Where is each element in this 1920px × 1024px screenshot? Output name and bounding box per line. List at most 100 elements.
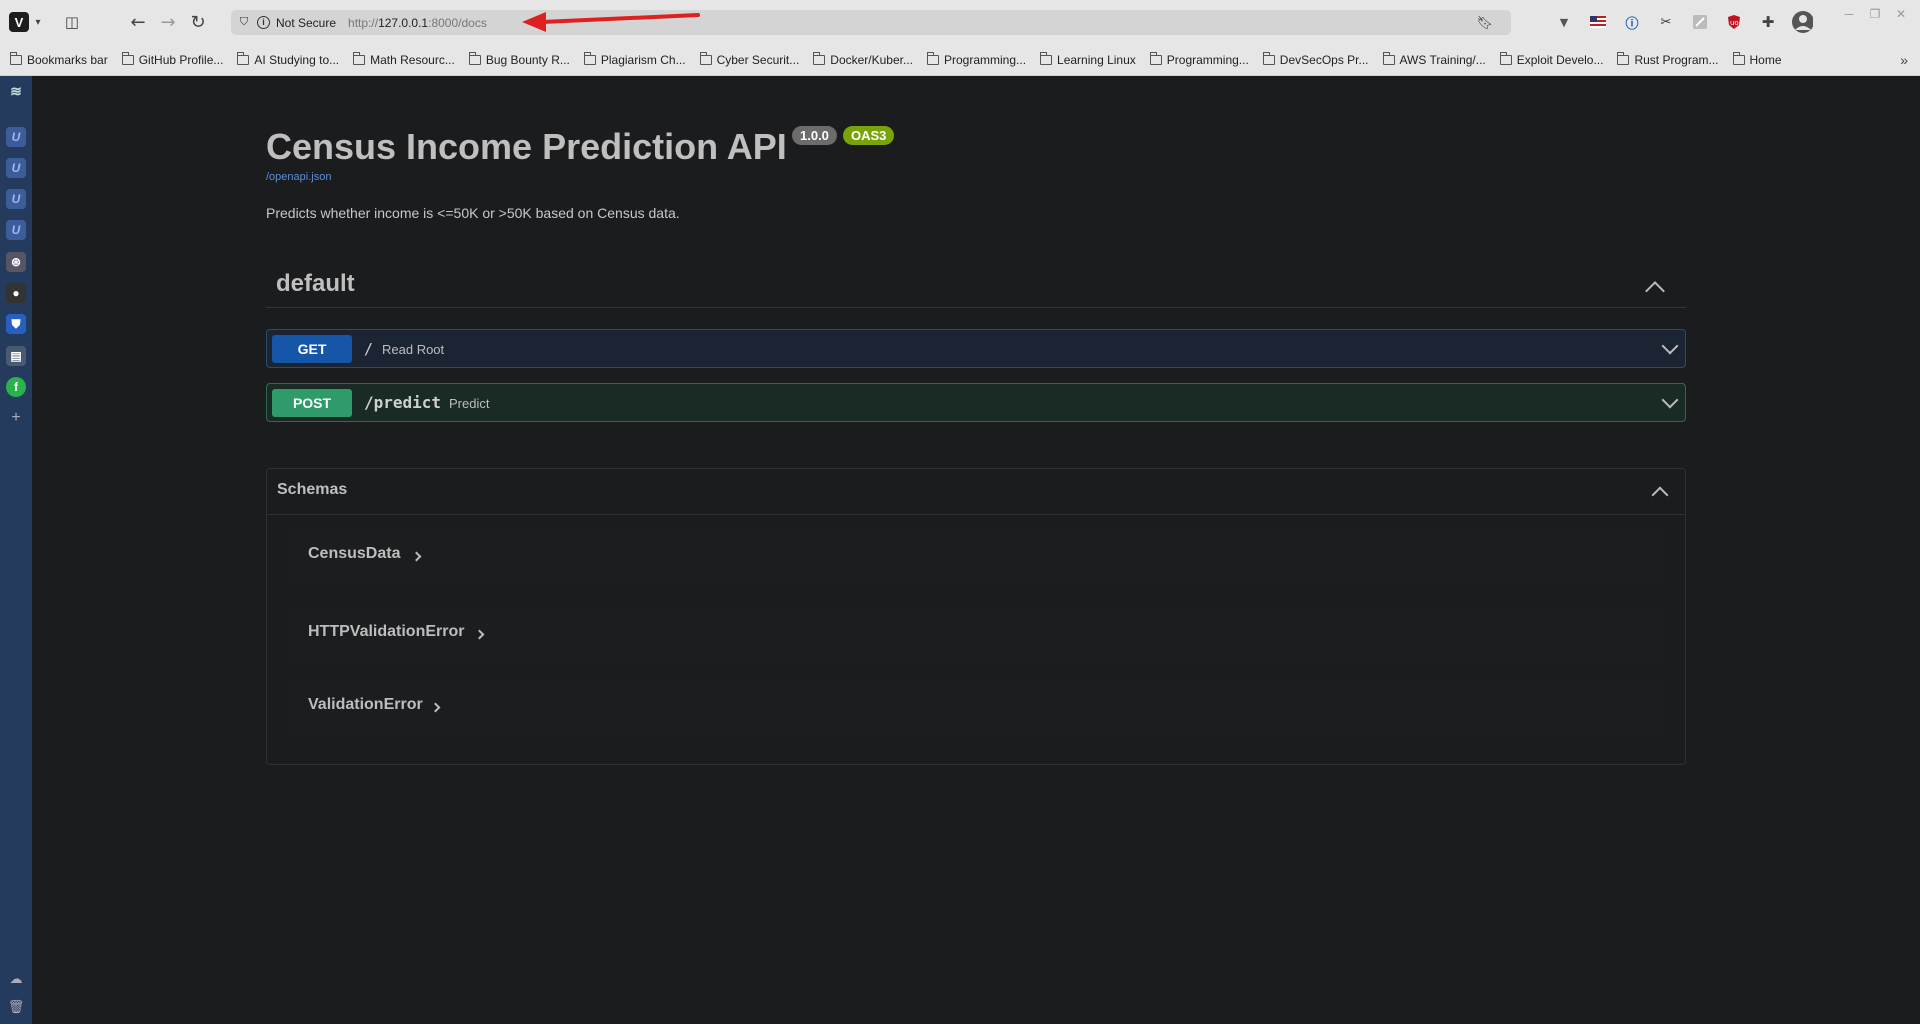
chevron-down-icon[interactable]	[1661, 337, 1679, 355]
bookmark-item[interactable]: Home	[1732, 51, 1782, 67]
bookmark-label: Learning Linux	[1057, 52, 1136, 67]
operation-summary: Read Root	[382, 342, 445, 357]
back-icon[interactable]: ←	[123, 7, 153, 37]
bookmark-item[interactable]: Cyber Securit...	[699, 51, 799, 67]
folder-icon	[121, 51, 134, 65]
bookmark-item[interactable]: Exploit Develo...	[1499, 51, 1603, 67]
ublock-icon[interactable]: uo	[1723, 11, 1745, 33]
bookmark-label: Home	[1749, 52, 1782, 67]
schemas-header[interactable]: Schemas	[267, 469, 1685, 515]
tag-section-default[interactable]: default	[266, 262, 1686, 308]
operation-get-root[interactable]: GET / Read Root	[266, 329, 1686, 368]
url-path: :8000/docs	[428, 15, 487, 30]
bookmark-item[interactable]: Rust Program...	[1617, 51, 1719, 67]
udemy-panel-icon[interactable]: U	[6, 127, 26, 147]
maximize-icon[interactable]: ❐	[1865, 7, 1885, 23]
annotation-arrow	[522, 12, 700, 32]
oas-badge: OAS3	[843, 126, 895, 145]
udemy-panel-icon[interactable]: U	[6, 158, 26, 178]
info-icon[interactable]: i	[257, 16, 270, 29]
folder-icon	[10, 51, 22, 65]
shield-icon[interactable]: ⛉	[237, 16, 251, 30]
openapi-json-link[interactable]: /openapi.json	[266, 171, 331, 183]
chatgpt-panel-icon[interactable]: ⊛	[6, 252, 26, 272]
chevron-up-icon[interactable]	[1645, 281, 1665, 301]
github-panel-icon[interactable]: ●	[6, 283, 26, 303]
svg-text:uo: uo	[1730, 19, 1739, 27]
api-title: Census Income Prediction API	[266, 126, 787, 167]
folder-icon	[1382, 51, 1395, 65]
bookmark-item[interactable]: Bookmarks bar	[10, 51, 108, 67]
chevron-right-icon[interactable]	[411, 551, 422, 562]
vivaldi-menu-icon[interactable]: V	[9, 12, 29, 32]
bookmark-label: DevSecOps Pr...	[1279, 52, 1369, 67]
folder-icon	[927, 51, 939, 65]
minimize-icon[interactable]: ─	[1839, 7, 1859, 23]
url-text[interactable]: http://127.0.0.1:8000/docs	[348, 16, 487, 30]
not-secure-label[interactable]: Not Secure	[276, 16, 336, 30]
bookmark-item[interactable]: Plagiarism Ch...	[583, 51, 686, 67]
folder-icon	[1499, 51, 1512, 65]
chevron-right-icon[interactable]	[430, 702, 441, 713]
udemy-panel-icon[interactable]: U	[6, 189, 26, 209]
schemas-title: Schemas	[277, 481, 348, 498]
model-name: HTTPValidationError	[308, 623, 465, 640]
forward-icon[interactable]: →	[153, 7, 183, 37]
folder-icon	[353, 51, 366, 65]
cloud-sync-icon[interactable]: ☁	[6, 969, 26, 989]
chevron-right-icon[interactable]	[474, 629, 485, 640]
extensions-dropdown-icon[interactable]: ▼	[1553, 11, 1575, 33]
close-window-icon[interactable]: ✕	[1891, 7, 1911, 23]
extensions-icon[interactable]: ✚	[1757, 11, 1779, 33]
bookmark-item[interactable]: Bug Bounty R...	[468, 51, 570, 67]
layers-icon[interactable]: ≋	[6, 81, 26, 101]
trash-icon[interactable]: 🗑︎	[6, 997, 26, 1017]
model-name: CensusData	[308, 545, 401, 562]
url-prefix: http://	[348, 15, 379, 30]
bookmark-item[interactable]: AWS Training/...	[1382, 51, 1486, 67]
bookmark-item[interactable]: Programming...	[927, 51, 1027, 67]
schema-model-censusdata[interactable]: CensusData	[289, 526, 1665, 586]
address-bar[interactable]: ⛉ i Not Secure http://127.0.0.1:8000/doc…	[231, 10, 1511, 35]
bookmark-item[interactable]: GitHub Profile...	[121, 51, 224, 67]
bookmark-label: GitHub Profile...	[138, 52, 224, 67]
script-extension-icon[interactable]	[1689, 11, 1711, 33]
bookmark-label: AWS Training/...	[1399, 52, 1486, 67]
folder-icon	[237, 51, 250, 65]
add-panel-icon[interactable]: +	[6, 408, 26, 428]
bookmark-item[interactable]: AI Studying to...	[237, 51, 339, 67]
chevron-up-icon[interactable]	[1651, 486, 1669, 504]
profile-avatar-icon[interactable]	[1791, 11, 1813, 33]
bookmark-item[interactable]: DevSecOps Pr...	[1262, 51, 1369, 67]
operation-path: /	[364, 340, 374, 358]
bookmark-item[interactable]: Docker/Kuber...	[813, 51, 913, 67]
menu-dropdown-icon[interactable]: ▾	[29, 7, 47, 37]
operation-post-predict[interactable]: POST /predict Predict	[266, 383, 1686, 422]
model-name: ValidationError	[308, 696, 423, 713]
folder-icon	[468, 51, 481, 65]
udemy-panel-icon[interactable]: U	[6, 220, 26, 240]
bookmark-item[interactable]: Programming...	[1149, 51, 1249, 67]
bookmark-label: Programming...	[944, 52, 1027, 67]
feedly-panel-icon[interactable]: f	[6, 377, 26, 397]
bookmark-item[interactable]: Learning Linux	[1040, 51, 1136, 67]
bookmark-label: Plagiarism Ch...	[600, 52, 686, 67]
bookmark-item[interactable]: Math Resourc...	[353, 51, 455, 67]
chevron-down-icon[interactable]	[1661, 391, 1679, 409]
flag-extension-icon[interactable]	[1587, 11, 1609, 33]
schema-model-validationerror[interactable]: ValidationError	[289, 677, 1665, 737]
devtools-extension-icon[interactable]: ✂	[1655, 11, 1677, 33]
panel-toggle-icon[interactable]: ◫	[57, 7, 87, 37]
bookmarks-overflow-icon[interactable]: »	[1900, 52, 1908, 68]
password-manager-icon[interactable]: ⓘ	[1621, 11, 1643, 33]
bookmark-label: Bookmarks bar	[27, 52, 108, 67]
shield-panel-icon[interactable]: ⛊	[6, 314, 26, 334]
schema-model-httpvalidationerror[interactable]: HTTPValidationError	[289, 604, 1665, 664]
operation-path: /predict	[364, 393, 442, 412]
bookmark-page-icon[interactable]: 🔖︎	[1476, 15, 1493, 31]
bookmarks-bar: Bookmarks bar GitHub Profile... AI Study…	[0, 44, 1920, 76]
document-panel-icon[interactable]: ▤	[6, 346, 26, 366]
folder-icon	[699, 51, 712, 65]
folder-icon	[813, 51, 826, 65]
reload-icon[interactable]: ↻	[183, 7, 213, 37]
